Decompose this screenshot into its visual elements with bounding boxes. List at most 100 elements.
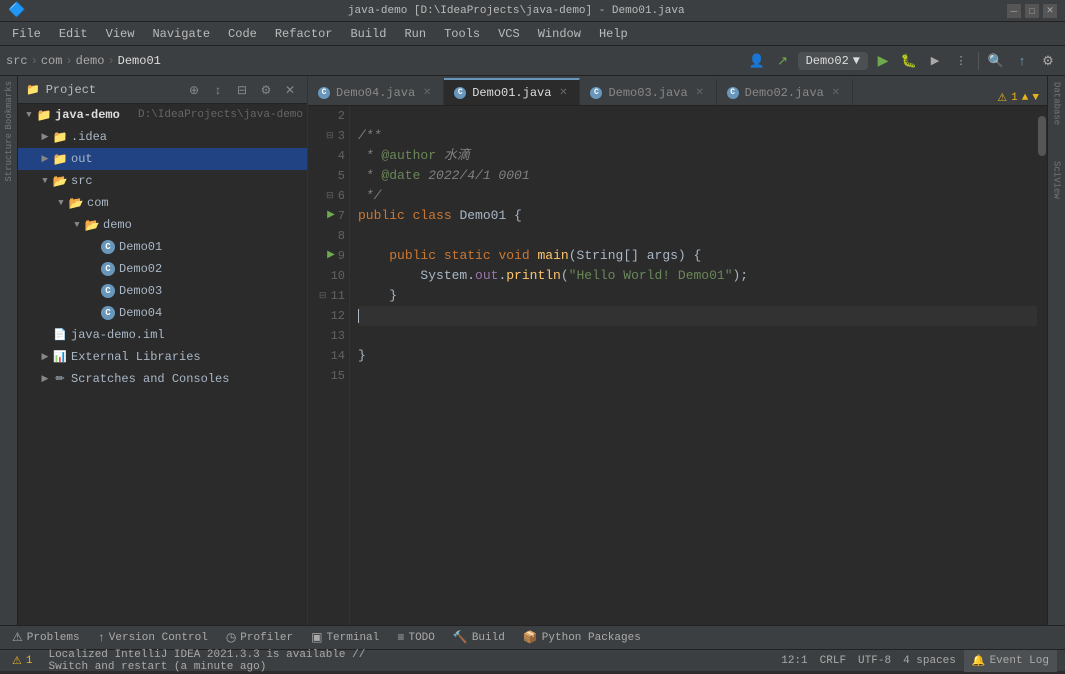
problems-button[interactable]: ⚠ Problems: [4, 628, 88, 648]
menu-navigate[interactable]: Navigate: [144, 25, 218, 43]
left-icon-structure[interactable]: Structure: [2, 132, 16, 182]
position-info[interactable]: 12:1: [777, 650, 811, 672]
breadcrumb-demo[interactable]: demo: [76, 54, 105, 68]
minimize-button[interactable]: ─: [1007, 4, 1021, 18]
menu-code[interactable]: Code: [220, 25, 265, 43]
inspection-status[interactable]: ⚠ 1: [8, 650, 36, 672]
more-run-button[interactable]: ⋮: [950, 50, 972, 72]
tab-Demo04[interactable]: C Demo04.java ✕: [308, 78, 444, 105]
settings-button[interactable]: ⚙: [1037, 50, 1059, 72]
title-bar: 🔷 java-demo [D:\IdeaProjects\java-demo] …: [0, 0, 1065, 22]
tree-label-out: out: [71, 152, 303, 166]
run-button[interactable]: ▶: [872, 50, 894, 72]
editor-area: C Demo04.java ✕ C Demo01.java ✕ C Demo03…: [308, 76, 1047, 625]
menu-tools[interactable]: Tools: [436, 25, 488, 43]
line-4: 4: [312, 146, 345, 166]
tree-item-Demo04[interactable]: C Demo04: [18, 302, 307, 324]
tree-item-java-demo[interactable]: ▼ 📁 java-demo D:\IdeaProjects\java-demo: [18, 104, 307, 126]
tree-item-com[interactable]: ▼ 📂 com: [18, 192, 307, 214]
run-config[interactable]: Demo02 ▼: [798, 52, 868, 70]
menu-refactor[interactable]: Refactor: [267, 25, 341, 43]
update-button[interactable]: ↑: [1011, 50, 1033, 72]
code-line-13: [358, 326, 1037, 346]
maximize-button[interactable]: □: [1025, 4, 1039, 18]
todo-button[interactable]: ≡ TODO: [389, 628, 443, 648]
menu-edit[interactable]: Edit: [51, 25, 96, 43]
tab-demo01-icon: C: [454, 87, 466, 99]
coverage-button[interactable]: ▶: [924, 50, 946, 72]
sidebar-sync-button[interactable]: ↕: [209, 81, 227, 99]
tab-demo01-close[interactable]: ✕: [557, 87, 569, 99]
out-folder-icon: 📁: [52, 152, 68, 167]
vcs-button[interactable]: ↗: [772, 50, 794, 72]
right-icon-database[interactable]: Database: [1050, 76, 1064, 131]
separator: [978, 52, 979, 70]
tree-item-external-libs[interactable]: ▶ 📊 External Libraries: [18, 346, 307, 368]
tab-demo03-close[interactable]: ✕: [694, 87, 706, 99]
tab-demo02-close[interactable]: ✕: [830, 87, 842, 99]
java-demo-folder-icon: 📁: [36, 108, 52, 123]
search-button[interactable]: 🔍: [985, 50, 1007, 72]
line-numbers: 2 ⊟3 4 5 ⊟6 ▶7 8 ▶9 10 ⊟11 12 13 14 15: [308, 106, 350, 625]
build-button[interactable]: 🔨 Build: [445, 628, 513, 648]
line-15: 15: [312, 366, 345, 386]
right-panel-icons: Database SciView: [1047, 76, 1065, 625]
right-icon-sciview[interactable]: SciView: [1050, 155, 1064, 205]
close-button[interactable]: ✕: [1043, 4, 1057, 18]
src-folder-icon: 📂: [52, 174, 68, 189]
tree-item-Demo01[interactable]: C Demo01: [18, 236, 307, 258]
sidebar-collapse-button[interactable]: ⊟: [233, 81, 251, 99]
tree-item-iml[interactable]: 📄 java-demo.iml: [18, 324, 307, 346]
python-packages-button[interactable]: 📦 Python Packages: [515, 628, 649, 648]
tree-item-src[interactable]: ▼ 📂 src: [18, 170, 307, 192]
idea-folder-icon: 📁: [52, 130, 68, 145]
tree-item-out[interactable]: ▶ 📁 out: [18, 148, 307, 170]
editor[interactable]: 2 ⊟3 4 5 ⊟6 ▶7 8 ▶9 10 ⊟11 12 13 14 15: [308, 106, 1047, 625]
code-line-5: * @date 2022/4/1 0001: [358, 166, 1037, 186]
terminal-button[interactable]: ▣ Terminal: [303, 628, 387, 648]
tab-Demo02[interactable]: C Demo02.java ✕: [717, 78, 853, 105]
version-control-button[interactable]: ↑ Version Control: [90, 628, 216, 648]
line-ending[interactable]: CRLF: [816, 650, 850, 672]
tab-Demo03[interactable]: C Demo03.java ✕: [580, 78, 716, 105]
menu-file[interactable]: File: [4, 25, 49, 43]
bottom-toolbar: ⚠ Problems ↑ Version Control ◷ Profiler …: [0, 625, 1065, 649]
line-5: 5: [312, 166, 345, 186]
left-icon-bookmarks[interactable]: Bookmarks: [2, 80, 16, 130]
menu-help[interactable]: Help: [591, 25, 636, 43]
encoding[interactable]: UTF-8: [854, 650, 895, 672]
code-editor[interactable]: /** * @author 水滴 * @date 2022/4/1 0001 *…: [350, 106, 1037, 625]
tree-item-idea[interactable]: ▶ 📁 .idea: [18, 126, 307, 148]
tab-demo04-close[interactable]: ✕: [421, 87, 433, 99]
indent-setting[interactable]: 4 spaces: [899, 650, 960, 672]
sidebar-add-button[interactable]: ⊕: [185, 81, 203, 99]
tab-Demo01[interactable]: C Demo01.java ✕: [444, 78, 580, 105]
event-log-button[interactable]: 🔔 Event Log: [964, 650, 1057, 672]
menu-run[interactable]: Run: [396, 25, 434, 43]
tree-item-Demo03[interactable]: C Demo03: [18, 280, 307, 302]
code-line-14: }: [358, 346, 1037, 366]
menu-build[interactable]: Build: [342, 25, 394, 43]
inspection-badge[interactable]: ⚠ 1 ▲ ▼: [989, 91, 1047, 105]
git-button[interactable]: 👤: [746, 50, 768, 72]
profiler-button[interactable]: ◷ Profiler: [218, 628, 301, 648]
editor-scrollbar[interactable]: [1037, 106, 1047, 625]
tree-item-Demo02[interactable]: C Demo02: [18, 258, 307, 280]
menu-window[interactable]: Window: [530, 25, 589, 43]
sidebar-settings-button[interactable]: ⚙: [257, 81, 275, 99]
sidebar-close-button[interactable]: ✕: [281, 81, 299, 99]
code-line-15: [358, 366, 1037, 386]
menu-vcs[interactable]: VCS: [490, 25, 528, 43]
breadcrumb-current[interactable]: Demo01: [118, 54, 161, 68]
breadcrumb-src[interactable]: src: [6, 54, 28, 68]
status-bar: ⚠ 1 Localized IntelliJ IDEA 2021.3.3 is …: [0, 649, 1065, 671]
tree-item-scratches[interactable]: ▶ ✏ Scratches and Consoles: [18, 368, 307, 390]
breadcrumb-com[interactable]: com: [41, 54, 63, 68]
terminal-label: Terminal: [326, 632, 379, 644]
breadcrumb: src › com › demo › Demo01: [6, 54, 161, 68]
window-controls[interactable]: ─ □ ✕: [1007, 4, 1057, 18]
run-config-arrow: ▼: [853, 54, 860, 68]
tree-item-demo[interactable]: ▼ 📂 demo: [18, 214, 307, 236]
menu-view[interactable]: View: [98, 25, 143, 43]
debug-button[interactable]: 🐛: [898, 50, 920, 72]
